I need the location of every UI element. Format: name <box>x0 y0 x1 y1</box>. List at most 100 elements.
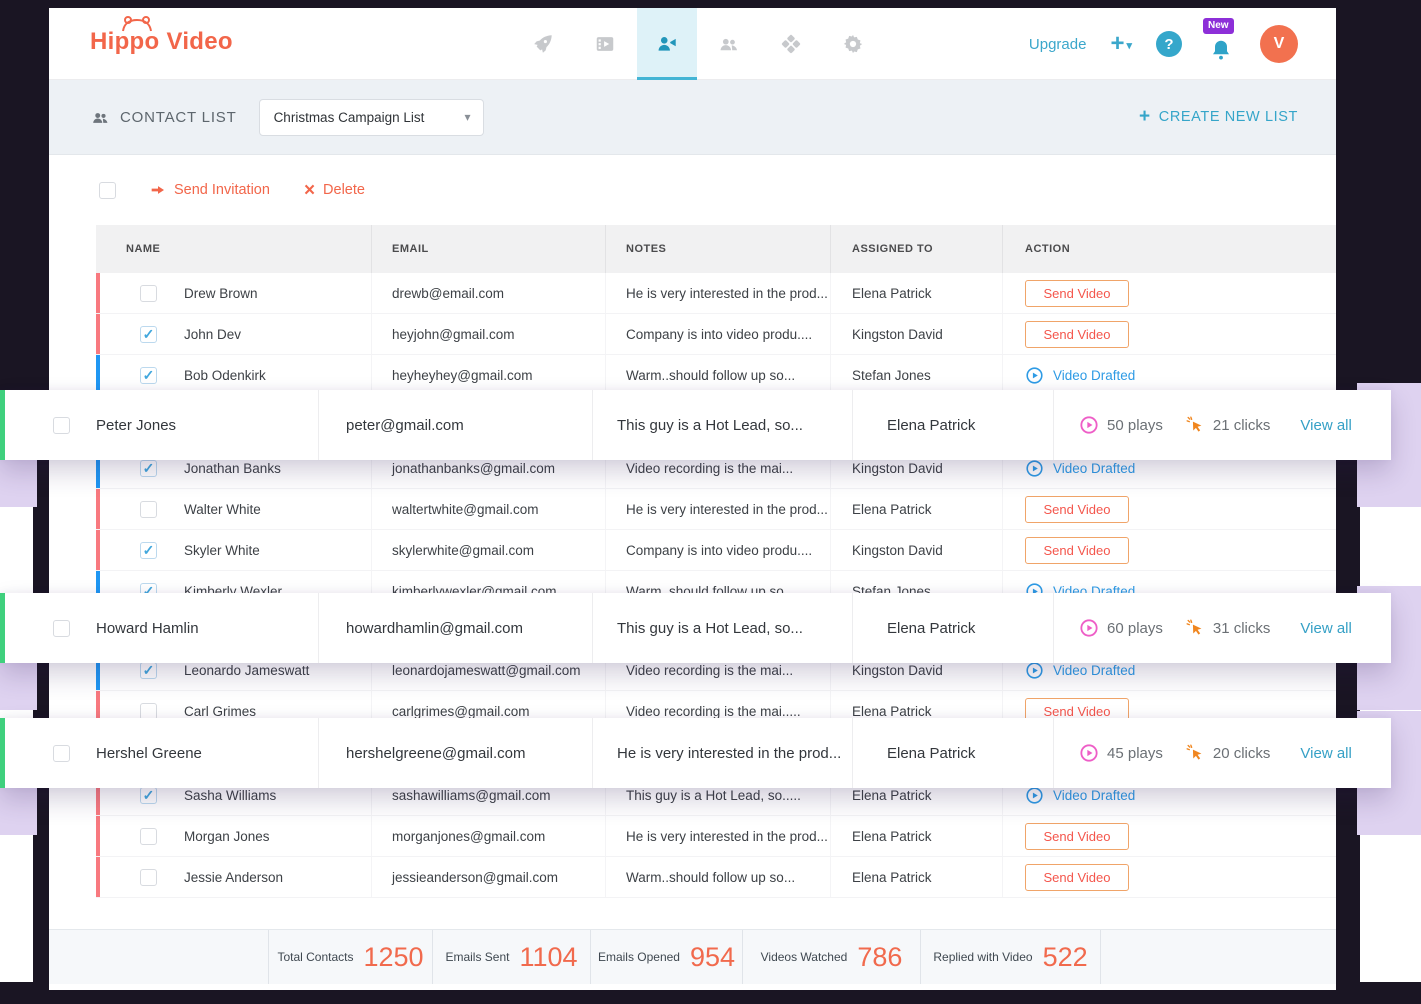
assigned-to: Elena Patrick <box>852 390 1053 460</box>
send-video-button[interactable]: Send Video <box>1025 864 1129 891</box>
send-invitation-button[interactable]: Send Invitation <box>150 182 270 198</box>
contact-name: Skyler White <box>184 543 260 558</box>
row-checkbox[interactable] <box>140 662 157 679</box>
tab-users[interactable] <box>699 8 759 80</box>
footer-filler <box>1100 930 1336 984</box>
row-checkbox[interactable] <box>140 828 157 845</box>
stat-value: 954 <box>690 942 735 973</box>
row-status-strip <box>96 816 100 856</box>
integrations-icon <box>780 33 802 55</box>
row-status-strip <box>96 857 100 897</box>
logo-text: Hippo Video <box>90 28 233 55</box>
list-selector-dropdown[interactable]: Christmas Campaign List ▾ <box>259 99 484 136</box>
send-video-button[interactable]: Send Video <box>1025 537 1129 564</box>
cursor-click-icon <box>1185 415 1205 435</box>
contact-notes: This guy is a Hot Lead, so... <box>592 593 852 663</box>
notifications-button[interactable]: New <box>1206 22 1236 66</box>
contact-list-label: CONTACT LIST <box>120 109 237 126</box>
row-checkbox[interactable] <box>53 745 70 762</box>
tab-integrations[interactable] <box>761 8 821 80</box>
help-button[interactable]: ? <box>1156 31 1182 57</box>
play-circle-icon <box>1079 415 1099 435</box>
hippo-face-icon <box>120 15 154 32</box>
video-drafted-link[interactable]: Video Drafted <box>1025 786 1135 805</box>
row-checkbox[interactable] <box>53 417 70 434</box>
stat-value: 522 <box>1043 942 1088 973</box>
row-checkbox[interactable] <box>140 869 157 886</box>
clicks-count: 20 clicks <box>1213 745 1271 762</box>
tab-campaigns[interactable] <box>513 8 573 80</box>
contact-email: skylerwhite@gmail.com <box>371 530 605 570</box>
row-checkbox[interactable] <box>140 787 157 804</box>
play-circle-icon <box>1079 743 1099 763</box>
send-video-button[interactable]: Send Video <box>1025 496 1129 523</box>
video-drafted-link[interactable]: Video Drafted <box>1025 459 1135 478</box>
contact-email: hershelgreene@gmail.com <box>318 718 592 788</box>
video-drafted-link[interactable]: Video Drafted <box>1025 661 1135 680</box>
row-status-strip <box>96 355 100 395</box>
contact-email: drewb@email.com <box>371 273 605 313</box>
row-checkbox[interactable] <box>140 285 157 302</box>
stat-label: Total Contacts <box>277 950 353 964</box>
row-checkbox[interactable] <box>140 542 157 559</box>
view-all-link[interactable]: View all <box>1300 417 1351 434</box>
plays-count: 45 plays <box>1107 745 1163 762</box>
create-new-list-label: CREATE NEW LIST <box>1159 109 1298 125</box>
top-navbar: Hippo Video <box>49 8 1336 80</box>
hippo-video-logo[interactable]: Hippo Video <box>90 28 233 56</box>
view-all-link[interactable]: View all <box>1300 620 1351 637</box>
assigned-to: Kingston David <box>830 314 1002 354</box>
tab-contacts[interactable] <box>637 8 697 80</box>
create-new-list-button[interactable]: + CREATE NEW LIST <box>1139 106 1298 128</box>
row-checkbox[interactable] <box>140 326 157 343</box>
contact-name: Jessie Anderson <box>184 870 283 885</box>
contact-name: Bob Odenkirk <box>184 368 266 383</box>
create-menu-button[interactable]: +▾ <box>1110 32 1132 56</box>
send-video-button[interactable]: Send Video <box>1025 823 1129 850</box>
action-cell: Send Video <box>1002 314 1336 354</box>
row-checkbox[interactable] <box>140 501 157 518</box>
tab-settings[interactable] <box>823 8 883 80</box>
send-video-button[interactable]: Send Video <box>1025 280 1129 307</box>
contact-name: Carl Grimes <box>184 704 256 719</box>
contact-name: Jonathan Banks <box>184 461 281 476</box>
contacts-icon <box>91 108 110 127</box>
video-drafted-label: Video Drafted <box>1053 663 1135 678</box>
row-status-strip <box>96 314 100 354</box>
contact-name: Hershel Greene <box>96 745 202 762</box>
clicks-stat: 21 clicks <box>1185 415 1271 435</box>
plays-stat: 45 plays <box>1079 743 1163 763</box>
select-all-checkbox[interactable] <box>99 182 116 199</box>
upgrade-link[interactable]: Upgrade <box>1029 36 1087 53</box>
name-cell: John Dev <box>96 314 371 354</box>
assigned-to: Elena Patrick <box>830 273 1002 313</box>
column-header: NAME <box>96 225 371 273</box>
video-drafted-link[interactable]: Video Drafted <box>1025 366 1135 385</box>
stat-value: 1104 <box>519 942 577 973</box>
row-checkbox[interactable] <box>140 460 157 477</box>
plays-stat: 50 plays <box>1079 415 1163 435</box>
assigned-to: Stefan Jones <box>830 355 1002 395</box>
assigned-to: Elena Patrick <box>830 489 1002 529</box>
view-all-link[interactable]: View all <box>1300 745 1351 762</box>
contact-name: John Dev <box>184 327 241 342</box>
navbar-right-group: Upgrade +▾ ? New V <box>1029 8 1336 80</box>
row-checkbox[interactable] <box>53 620 70 637</box>
assigned-to: Elena Patrick <box>852 593 1053 663</box>
avatar[interactable]: V <box>1260 25 1298 63</box>
footer-stat: Videos Watched 786 <box>742 930 920 984</box>
contacts-table: NAMEEMAILNOTESASSIGNED TOACTION Drew Bro… <box>96 225 1336 898</box>
contact-email: howardhamlin@gmail.com <box>318 593 592 663</box>
row-checkbox[interactable] <box>140 703 157 720</box>
assigned-to: Elena Patrick <box>830 816 1002 856</box>
row-status-strip <box>96 489 100 529</box>
contact-notes: Warm..should follow up so... <box>605 857 830 897</box>
bulk-actions-toolbar: Send Invitation × Delete <box>49 155 1336 225</box>
play-circle-icon <box>1025 366 1044 385</box>
tab-video-library[interactable] <box>575 8 635 80</box>
delete-button[interactable]: × Delete <box>304 181 365 200</box>
clicks-stat: 20 clicks <box>1185 743 1271 763</box>
send-video-button[interactable]: Send Video <box>1025 321 1129 348</box>
delete-label: Delete <box>323 182 365 198</box>
row-checkbox[interactable] <box>140 367 157 384</box>
